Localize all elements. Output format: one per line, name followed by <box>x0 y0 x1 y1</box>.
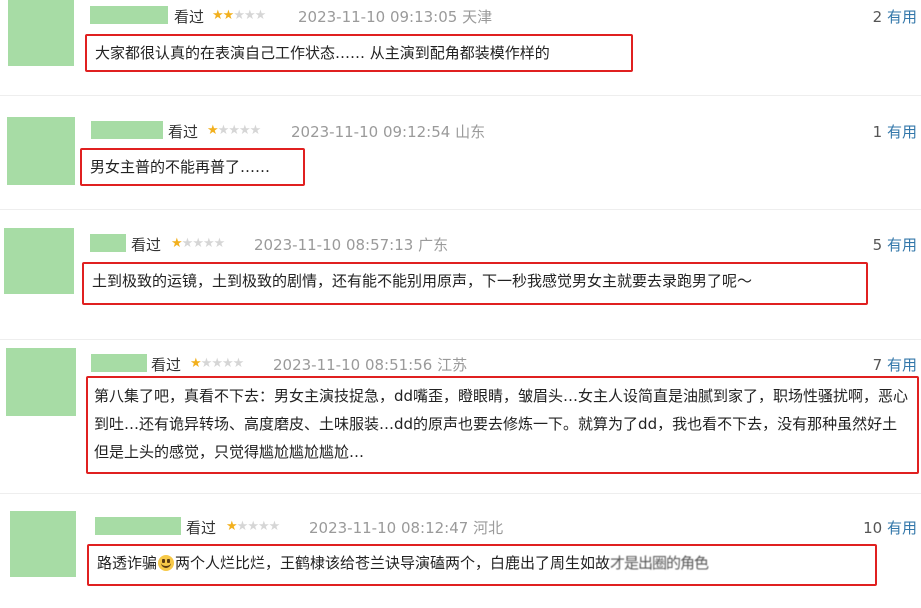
useful-button[interactable]: 有用 <box>887 123 917 141</box>
star-empty-icon: ★ <box>236 519 249 534</box>
star-empty-icon: ★ <box>211 356 223 371</box>
watched-label: 看过 <box>186 519 217 537</box>
star-filled-icon: ★ <box>207 123 219 138</box>
useful-button[interactable]: 有用 <box>887 236 917 254</box>
star-empty-icon: ★ <box>202 236 215 251</box>
star-empty-icon: ★ <box>254 8 267 23</box>
useful-vote[interactable]: 1 有用 <box>873 121 917 142</box>
watched-label: 看过 <box>131 236 162 254</box>
comment-location: 江苏 <box>437 356 468 374</box>
comment-content: 第八集了吧，真看不下去：男女主演技捉急，dd嘴歪，瞪眼睛，皱眉头…女主人设简直是… <box>86 376 919 474</box>
comment-item: 看过 ★★★★★ 2023-11-10 08:12:47 河北 10 有用 路透… <box>0 505 921 608</box>
divider <box>0 493 921 494</box>
comment-location: 广东 <box>418 236 449 254</box>
star-empty-icon: ★ <box>228 123 240 138</box>
useful-vote[interactable]: 5 有用 <box>873 234 917 255</box>
comment-meta: 2023-11-10 08:12:47 河北 <box>309 517 503 538</box>
username-redacted[interactable] <box>91 354 147 372</box>
comment-location: 山东 <box>455 123 486 141</box>
useful-count: 2 <box>872 8 883 26</box>
useful-count: 10 <box>863 519 883 537</box>
avatar[interactable] <box>10 511 76 577</box>
comment-location: 河北 <box>473 519 504 537</box>
star-empty-icon: ★ <box>249 123 262 138</box>
grinning-face-icon <box>158 555 175 571</box>
star-empty-icon: ★ <box>192 236 204 251</box>
star-empty-icon: ★ <box>247 519 259 534</box>
avatar[interactable] <box>7 117 75 185</box>
avatar[interactable] <box>8 0 74 66</box>
useful-count: 1 <box>872 123 883 141</box>
comment-text-part: 两个人烂比烂，王鹤棣该给苍兰诀导演磕两个，白鹿出了周生如故 <box>175 554 611 572</box>
rating-stars: ★★★★★ <box>212 8 267 23</box>
comment-item: 看过 ★★★★★ 2023-11-10 08:51:56 江苏 7 有用 第八集… <box>0 344 921 494</box>
avatar[interactable] <box>4 228 74 294</box>
comment-text-obscured: 才是出圈的角色 <box>610 554 709 572</box>
comment-time: 2023-11-10 09:12:54 <box>291 123 451 141</box>
rating-stars: ★★★★★ <box>207 123 262 138</box>
divider <box>0 209 921 210</box>
useful-button[interactable]: 有用 <box>887 8 917 26</box>
comment-meta: 2023-11-10 08:51:56 江苏 <box>273 354 467 375</box>
useful-count: 5 <box>872 236 883 254</box>
comment-item: 看过 ★★★★★ 2023-11-10 09:13:05 天津 2 有用 大家都… <box>0 0 921 96</box>
username-redacted[interactable] <box>91 121 163 139</box>
avatar[interactable] <box>6 348 76 416</box>
useful-button[interactable]: 有用 <box>887 356 917 374</box>
star-empty-icon: ★ <box>232 356 245 371</box>
comment-content: 大家都很认真的在表演自己工作状态…… 从主演到配角都装模作样的 <box>85 34 633 72</box>
comment-text-part: 路透诈骗 <box>97 554 158 572</box>
comment-time: 2023-11-10 08:57:13 <box>254 236 414 254</box>
comment-meta: 2023-11-10 08:57:13 广东 <box>254 234 448 255</box>
star-empty-icon: ★ <box>181 236 194 251</box>
useful-vote[interactable]: 2 有用 <box>873 6 917 27</box>
comment-item: 看过 ★★★★★ 2023-11-10 08:57:13 广东 5 有用 土到极… <box>0 224 921 340</box>
comment-content: 土到极致的运镜，土到极致的剧情，还有能不能别用原声，下一秒我感觉男女主就要去录跑… <box>82 262 868 305</box>
star-empty-icon: ★ <box>233 8 245 23</box>
comment-text: 大家都很认真的在表演自己工作状态…… 从主演到配角都装模作样的 <box>95 44 550 62</box>
comment-text: 土到极致的运镜，土到极致的剧情，还有能不能别用原声，下一秒我感觉男女主就要去录跑… <box>92 272 753 290</box>
divider <box>0 95 921 96</box>
star-empty-icon: ★ <box>200 356 213 371</box>
star-empty-icon: ★ <box>221 356 234 371</box>
useful-vote[interactable]: 7 有用 <box>873 354 917 375</box>
username-redacted[interactable] <box>90 234 126 252</box>
comment-content: 男女主普的不能再普了…… <box>80 148 305 186</box>
comment-item: 看过 ★★★★★ 2023-11-10 09:12:54 山东 1 有用 男女主… <box>0 110 921 210</box>
comment-text: 第八集了吧，真看不下去：男女主演技捉急，dd嘴歪，瞪眼睛，皱眉头…女主人设简直是… <box>94 387 909 461</box>
useful-count: 7 <box>872 356 883 374</box>
rating-stars: ★★★★★ <box>190 356 245 371</box>
star-filled-icon: ★ <box>190 356 202 371</box>
watched-label: 看过 <box>151 356 182 374</box>
rating-stars: ★★★★★ <box>171 236 226 251</box>
star-filled-icon: ★ <box>222 8 235 23</box>
comment-time: 2023-11-10 08:51:56 <box>273 356 433 374</box>
watched-label: 看过 <box>168 123 199 141</box>
comment-location: 天津 <box>462 8 493 26</box>
star-empty-icon: ★ <box>238 123 251 138</box>
useful-vote[interactable]: 10 有用 <box>863 517 917 538</box>
star-empty-icon: ★ <box>217 123 230 138</box>
username-redacted[interactable] <box>90 6 168 24</box>
star-filled-icon: ★ <box>226 519 238 534</box>
star-filled-icon: ★ <box>171 236 183 251</box>
comment-content: 路透诈骗 两个人烂比烂，王鹤棣该给苍兰诀导演磕两个，白鹿出了周生如故才是出圈的角色 <box>87 544 877 586</box>
comment-meta: 2023-11-10 09:13:05 天津 <box>298 6 492 27</box>
star-empty-icon: ★ <box>213 236 226 251</box>
comment-text: 男女主普的不能再普了…… <box>90 158 271 176</box>
rating-stars: ★★★★★ <box>226 519 281 534</box>
comment-meta: 2023-11-10 09:12:54 山东 <box>291 121 485 142</box>
useful-button[interactable]: 有用 <box>887 519 917 537</box>
star-filled-icon: ★ <box>212 8 224 23</box>
comment-time: 2023-11-10 09:13:05 <box>298 8 458 26</box>
username-redacted[interactable] <box>95 517 181 535</box>
star-empty-icon: ★ <box>268 519 281 534</box>
star-empty-icon: ★ <box>243 8 256 23</box>
star-empty-icon: ★ <box>257 519 270 534</box>
comment-time: 2023-11-10 08:12:47 <box>309 519 469 537</box>
divider <box>0 339 921 340</box>
watched-label: 看过 <box>174 8 205 26</box>
